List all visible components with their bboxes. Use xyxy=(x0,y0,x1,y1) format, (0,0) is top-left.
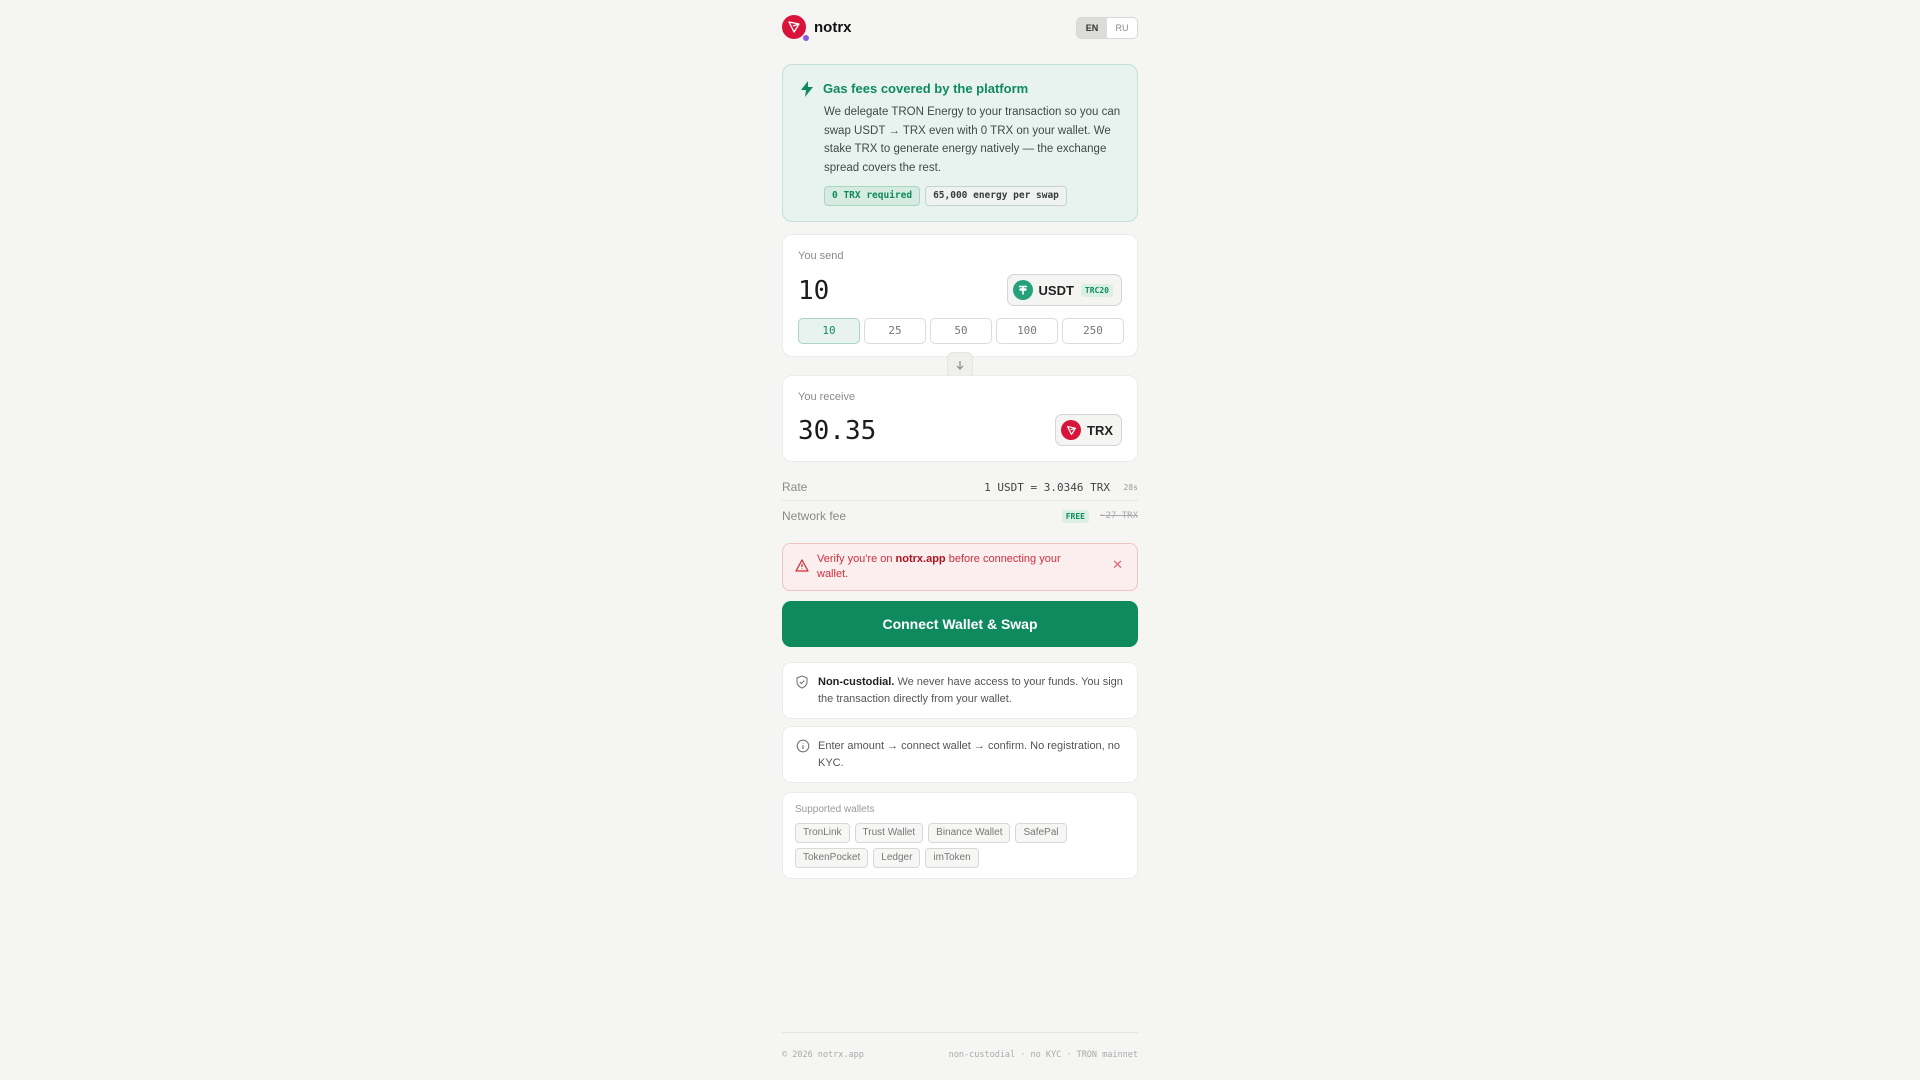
how-it-works-text: Enter amount → connect wallet → confirm.… xyxy=(818,740,1121,769)
gas-tags: 0 TRX required 65,000 energy per swap xyxy=(824,186,1067,206)
preset-button[interactable]: 100 xyxy=(996,318,1058,344)
network-badge: TRC20 xyxy=(1080,283,1113,297)
preset-button[interactable]: 10 xyxy=(798,318,860,344)
how-it-works-info: Enter amount → connect wallet → confirm.… xyxy=(782,726,1138,783)
usdt-icon xyxy=(1012,280,1033,300)
wallet-chip: Trust Wallet xyxy=(854,823,924,843)
fee-label: Network fee xyxy=(782,509,847,523)
rate-row: Rate 1 USDT = 3.0346 TRX 28s xyxy=(782,473,1138,501)
gas-title: Gas fees covered by the platform xyxy=(823,81,1029,96)
shield-check-icon xyxy=(796,675,808,689)
receive-token-name: TRX xyxy=(1087,422,1113,438)
receive-amount: 30.35 xyxy=(798,416,877,446)
footer: © 2026 notrx.app non-custodial · no KYC … xyxy=(782,1032,1138,1062)
gas-fee-card: Gas fees covered by the platform We dele… xyxy=(782,64,1138,222)
send-label: You send xyxy=(798,250,844,262)
wallet-chip: imToken xyxy=(925,848,979,868)
warning-text: Verify you're on notrx.app before connec… xyxy=(817,553,1061,580)
zero-trx-tag: 0 TRX required xyxy=(824,186,921,206)
receive-label: You receive xyxy=(798,391,856,403)
fee-old-value: ~27 TRX xyxy=(1100,511,1138,521)
non-custodial-info: Non-custodial. We never have access to y… xyxy=(782,662,1138,719)
energy-tag: 65,000 energy per swap xyxy=(925,186,1067,206)
wallet-chip: SafePal xyxy=(1015,823,1067,843)
logo[interactable]: notrx xyxy=(782,15,852,41)
warning-domain: notrx.app xyxy=(895,553,946,565)
wallet-chip: TokenPocket xyxy=(795,848,869,868)
footer-tagline: non-custodial · no KYC · TRON mainnet xyxy=(948,1050,1138,1060)
supported-wallets: Supported wallets TronLink Trust Wallet … xyxy=(782,792,1138,879)
lightning-icon xyxy=(801,81,813,97)
preset-button[interactable]: 250 xyxy=(1062,318,1124,344)
send-card: You send 10 USDT TRC20 10 25 50 100 250 xyxy=(782,234,1138,357)
connect-wallet-swap-button[interactable]: Connect Wallet & Swap xyxy=(782,601,1138,647)
header: notrx EN RU xyxy=(782,15,1138,41)
wallet-chip: TronLink xyxy=(795,823,850,843)
fee-row: Network fee FREE ~27 TRX xyxy=(782,502,1138,530)
language-switch: EN RU xyxy=(1076,17,1138,39)
gas-description: We delegate TRON Energy to your transact… xyxy=(824,106,1121,174)
lang-en-button[interactable]: EN xyxy=(1077,18,1107,38)
brand-name: notrx xyxy=(814,18,852,36)
info-circle-icon xyxy=(796,739,810,753)
receive-token-selector[interactable]: TRX xyxy=(1055,414,1122,446)
send-token-selector[interactable]: USDT TRC20 xyxy=(1006,274,1122,306)
wallets-label: Supported wallets xyxy=(795,804,875,815)
send-amount-input[interactable]: 10 xyxy=(798,276,829,306)
lang-ru-button[interactable]: RU xyxy=(1107,18,1137,38)
wallet-chip: Binance Wallet xyxy=(928,823,1011,843)
rate-label: Rate xyxy=(782,480,808,494)
non-custodial-text: Non-custodial. We never have access to y… xyxy=(818,676,1123,705)
warning-triangle-icon xyxy=(795,559,809,572)
preset-button[interactable]: 50 xyxy=(930,318,992,344)
close-icon[interactable]: ✕ xyxy=(1112,557,1123,573)
rate-value: 1 USDT = 3.0346 TRX xyxy=(984,481,1110,494)
tron-logo-icon xyxy=(782,15,809,41)
send-token-name: USDT xyxy=(1038,282,1074,298)
wallet-chip: Ledger xyxy=(873,848,921,868)
preset-button[interactable]: 25 xyxy=(864,318,926,344)
phishing-warning: Verify you're on notrx.app before connec… xyxy=(782,543,1138,591)
amount-presets: 10 25 50 100 250 xyxy=(798,318,1124,344)
wallet-chips: TronLink Trust Wallet Binance Wallet Saf… xyxy=(795,823,1125,868)
trx-icon xyxy=(1061,420,1081,440)
rate-timer: 28s xyxy=(1123,483,1138,492)
receive-card: You receive 30.35 TRX xyxy=(782,375,1138,462)
footer-copyright: © 2026 notrx.app xyxy=(782,1050,864,1060)
free-badge: FREE xyxy=(1061,510,1089,523)
